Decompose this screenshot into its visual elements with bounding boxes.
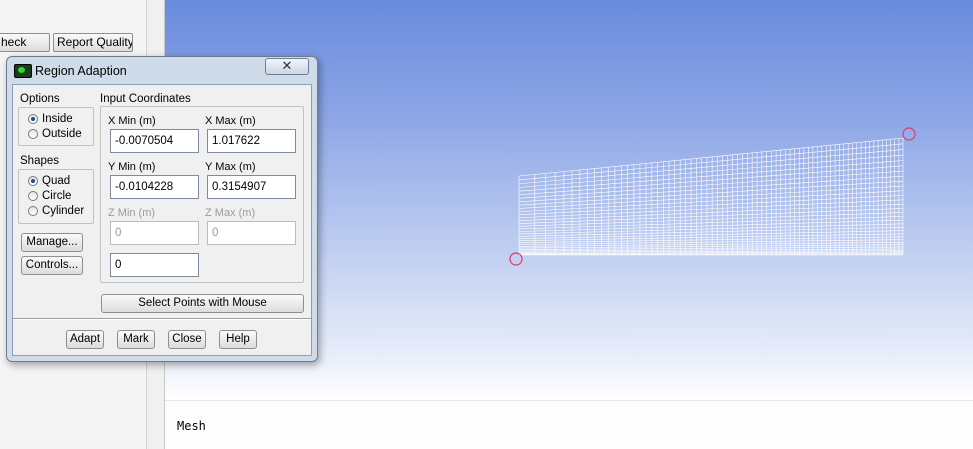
report-quality-button[interactable]: Report Quality xyxy=(53,33,133,52)
y-max-input[interactable]: 0.3154907 xyxy=(207,175,296,199)
radio-inside-indicator[interactable] xyxy=(28,114,38,124)
adapt-button[interactable]: Adapt xyxy=(66,330,104,349)
help-button[interactable]: Help xyxy=(219,330,257,349)
mesh-line xyxy=(518,208,904,224)
mesh-line xyxy=(518,219,904,232)
controls-button[interactable]: Controls... xyxy=(21,256,83,275)
x-max-input[interactable]: 1.017622 xyxy=(207,129,296,153)
radio-quad-indicator[interactable] xyxy=(28,176,38,186)
mesh-line xyxy=(518,154,904,188)
z-min-label: Z Min (m) xyxy=(108,207,156,219)
radio-inside[interactable]: Inside xyxy=(28,113,73,125)
z-min-input: 0 xyxy=(110,221,199,245)
region-max-point-marker[interactable] xyxy=(902,127,916,141)
radio-cylinder[interactable]: Cylinder xyxy=(28,205,84,217)
radio-outside-indicator[interactable] xyxy=(28,129,38,139)
dialog-titlebar[interactable]: Region Adaption ✕ xyxy=(7,57,317,85)
mesh-line xyxy=(518,250,904,253)
radio-outside[interactable]: Outside xyxy=(28,128,82,140)
graphics-status-bar: Mesh xyxy=(165,400,973,449)
select-points-with-mouse-button[interactable]: Select Points with Mouse xyxy=(101,294,304,313)
mesh-line xyxy=(518,199,904,219)
manage-button[interactable]: Manage... xyxy=(21,233,83,252)
mesh-line xyxy=(518,143,904,181)
y-max-label: Y Max (m) xyxy=(205,161,256,173)
mesh-line xyxy=(518,252,904,254)
radio-circle-label: Circle xyxy=(42,190,72,202)
radio-quad[interactable]: Quad xyxy=(28,175,70,187)
radio-cylinder-label: Cylinder xyxy=(42,205,85,217)
shapes-label: Shapes xyxy=(20,155,60,167)
radio-outside-label: Outside xyxy=(42,128,82,140)
z-max-label: Z Max (m) xyxy=(205,207,256,219)
mesh-line xyxy=(518,175,904,203)
radio-quad-label: Quad xyxy=(42,175,71,187)
footer-separator xyxy=(13,318,311,320)
radio-cylinder-indicator[interactable] xyxy=(28,206,38,216)
options-label: Options xyxy=(20,93,60,105)
region-min-point-marker[interactable] xyxy=(509,252,523,266)
z-max-input: 0 xyxy=(207,221,296,245)
radio-circle-indicator[interactable] xyxy=(28,191,38,201)
mesh-line xyxy=(518,241,904,247)
input-coordinates-label: Input Coordinates xyxy=(100,93,191,105)
x-min-input[interactable]: -0.0070504 xyxy=(110,129,199,153)
mesh-line xyxy=(518,149,904,185)
radio-inside-label: Inside xyxy=(42,113,73,125)
close-button[interactable]: Close xyxy=(168,330,206,349)
mesh-grid xyxy=(518,137,904,256)
fluent-app-icon xyxy=(14,64,32,78)
display-title: Mesh xyxy=(177,419,206,433)
x-min-label: X Min (m) xyxy=(108,115,156,127)
mesh-line xyxy=(518,212,904,227)
close-icon[interactable]: ✕ xyxy=(265,58,309,75)
radius-input[interactable]: 0 xyxy=(110,253,199,277)
mark-button[interactable]: Mark xyxy=(117,330,155,349)
dialog-title: Region Adaption xyxy=(35,64,127,78)
mesh-line xyxy=(518,190,904,212)
y-min-input[interactable]: -0.0104228 xyxy=(110,175,199,199)
radio-circle[interactable]: Circle xyxy=(28,190,71,202)
region-adaption-dialog: Region Adaption ✕ Options Inside Outside… xyxy=(6,56,318,362)
dialog-body: Options Inside Outside Shapes Quad Circl… xyxy=(12,84,312,356)
y-min-label: Y Min (m) xyxy=(108,161,156,173)
x-max-label: X Max (m) xyxy=(205,115,256,127)
check-button[interactable]: heck xyxy=(0,33,50,52)
mesh-line xyxy=(518,160,904,192)
